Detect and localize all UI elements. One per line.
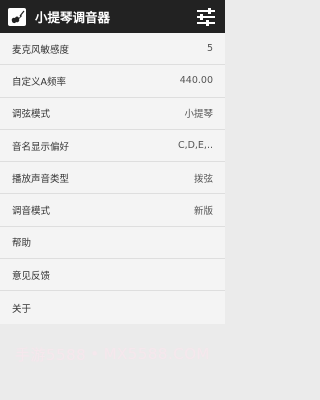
setting-label: 关于 [12, 303, 32, 315]
setting-label: 帮助 [12, 238, 32, 250]
sliders-icon[interactable] [195, 6, 217, 28]
setting-value: 5 [206, 43, 213, 55]
watermark-separator: • [90, 345, 100, 363]
settings-list: 麦克风敏感度 5 自定义A频率 440.00 调弦模式 小提琴 音名显示偏好 C… [0, 33, 225, 324]
setting-about[interactable]: 关于 [0, 291, 225, 323]
app-bar: 小提琴调音器 [0, 0, 225, 33]
setting-label: 播放声音类型 [12, 173, 70, 185]
watermark: 手游5588 • MX5588.COM [0, 340, 225, 368]
setting-note-name-preference[interactable]: 音名显示偏好 C,D,E,.. [0, 130, 225, 163]
setting-label: 自定义A频率 [12, 76, 66, 88]
setting-custom-a-frequency[interactable]: 自定义A频率 440.00 [0, 65, 225, 98]
setting-value: 440.00 [179, 75, 213, 87]
watermark-left: 手游5588 [15, 345, 87, 364]
setting-value: C,D,E,.. [177, 140, 213, 152]
setting-mic-sensitivity[interactable]: 麦克风敏感度 5 [0, 33, 225, 66]
setting-feedback[interactable]: 意见反馈 [0, 259, 225, 292]
watermark-right: MX5588.COM [103, 345, 210, 363]
setting-value: 新版 [193, 206, 213, 218]
setting-label: 音名显示偏好 [12, 141, 70, 153]
setting-label: 麦克风敏感度 [12, 44, 70, 56]
setting-sound-type[interactable]: 播放声音类型 拨弦 [0, 162, 225, 195]
setting-label: 调弦模式 [12, 109, 51, 121]
setting-help[interactable]: 帮助 [0, 227, 225, 260]
setting-tuner-mode[interactable]: 调音模式 新版 [0, 194, 225, 227]
setting-tuning-mode[interactable]: 调弦模式 小提琴 [0, 98, 225, 130]
setting-value: 小提琴 [184, 109, 213, 121]
violin-icon [7, 7, 27, 27]
app-title: 小提琴调音器 [35, 10, 111, 25]
setting-label: 调音模式 [12, 206, 51, 218]
setting-label: 意见反馈 [12, 270, 51, 282]
setting-value: 拨弦 [193, 173, 213, 185]
